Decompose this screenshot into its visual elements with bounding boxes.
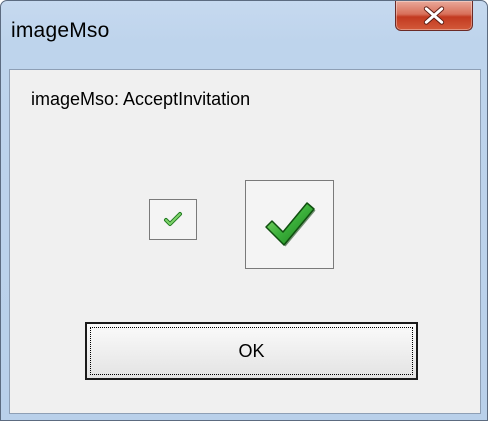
image-caption: imageMso: AcceptInvitation [31, 89, 251, 109]
small-icon-frame [149, 199, 197, 240]
large-icon-frame [245, 180, 334, 269]
window-title: imageMso [11, 19, 110, 42]
dialog-content: imageMso: AcceptInvitation OK [9, 69, 481, 414]
ok-button-label: OK [238, 340, 265, 361]
close-icon [423, 6, 445, 25]
dialog-window: imageMso imageMso: AcceptInvitation OK [0, 0, 488, 421]
close-button[interactable] [395, 1, 473, 31]
small-checkmark-icon [164, 212, 182, 226]
large-checkmark-icon [265, 202, 316, 247]
title-bar[interactable]: imageMso [1, 1, 487, 47]
ok-button[interactable]: OK [85, 322, 418, 380]
